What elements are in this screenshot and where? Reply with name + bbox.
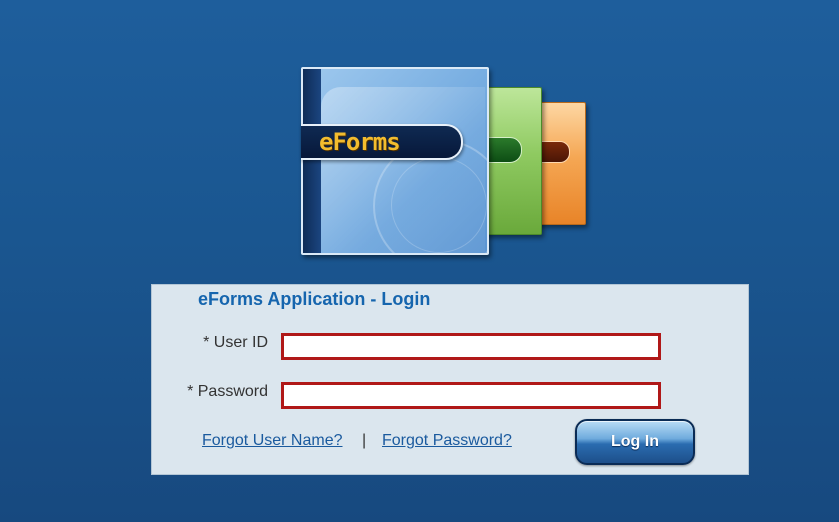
folder-spine bbox=[303, 69, 321, 253]
logo-text: eForms bbox=[319, 128, 401, 156]
login-title: eForms Application - Login bbox=[198, 289, 431, 309]
forgot-username-link[interactable]: Forgot User Name? bbox=[202, 432, 343, 450]
login-button[interactable]: Log In bbox=[575, 419, 695, 465]
eforms-logo: eForms bbox=[300, 66, 590, 256]
login-panel: eForms Application - Login * User ID * P… bbox=[151, 284, 749, 475]
password-input[interactable] bbox=[281, 382, 661, 409]
password-label: * Password bbox=[187, 383, 268, 400]
seal-inner-ring bbox=[391, 157, 487, 253]
link-separator: | bbox=[362, 432, 367, 449]
forgot-password-link[interactable]: Forgot Password? bbox=[382, 432, 512, 450]
userid-input[interactable] bbox=[281, 333, 661, 360]
blue-folder-icon bbox=[301, 67, 489, 255]
userid-label: * User ID bbox=[203, 334, 268, 351]
